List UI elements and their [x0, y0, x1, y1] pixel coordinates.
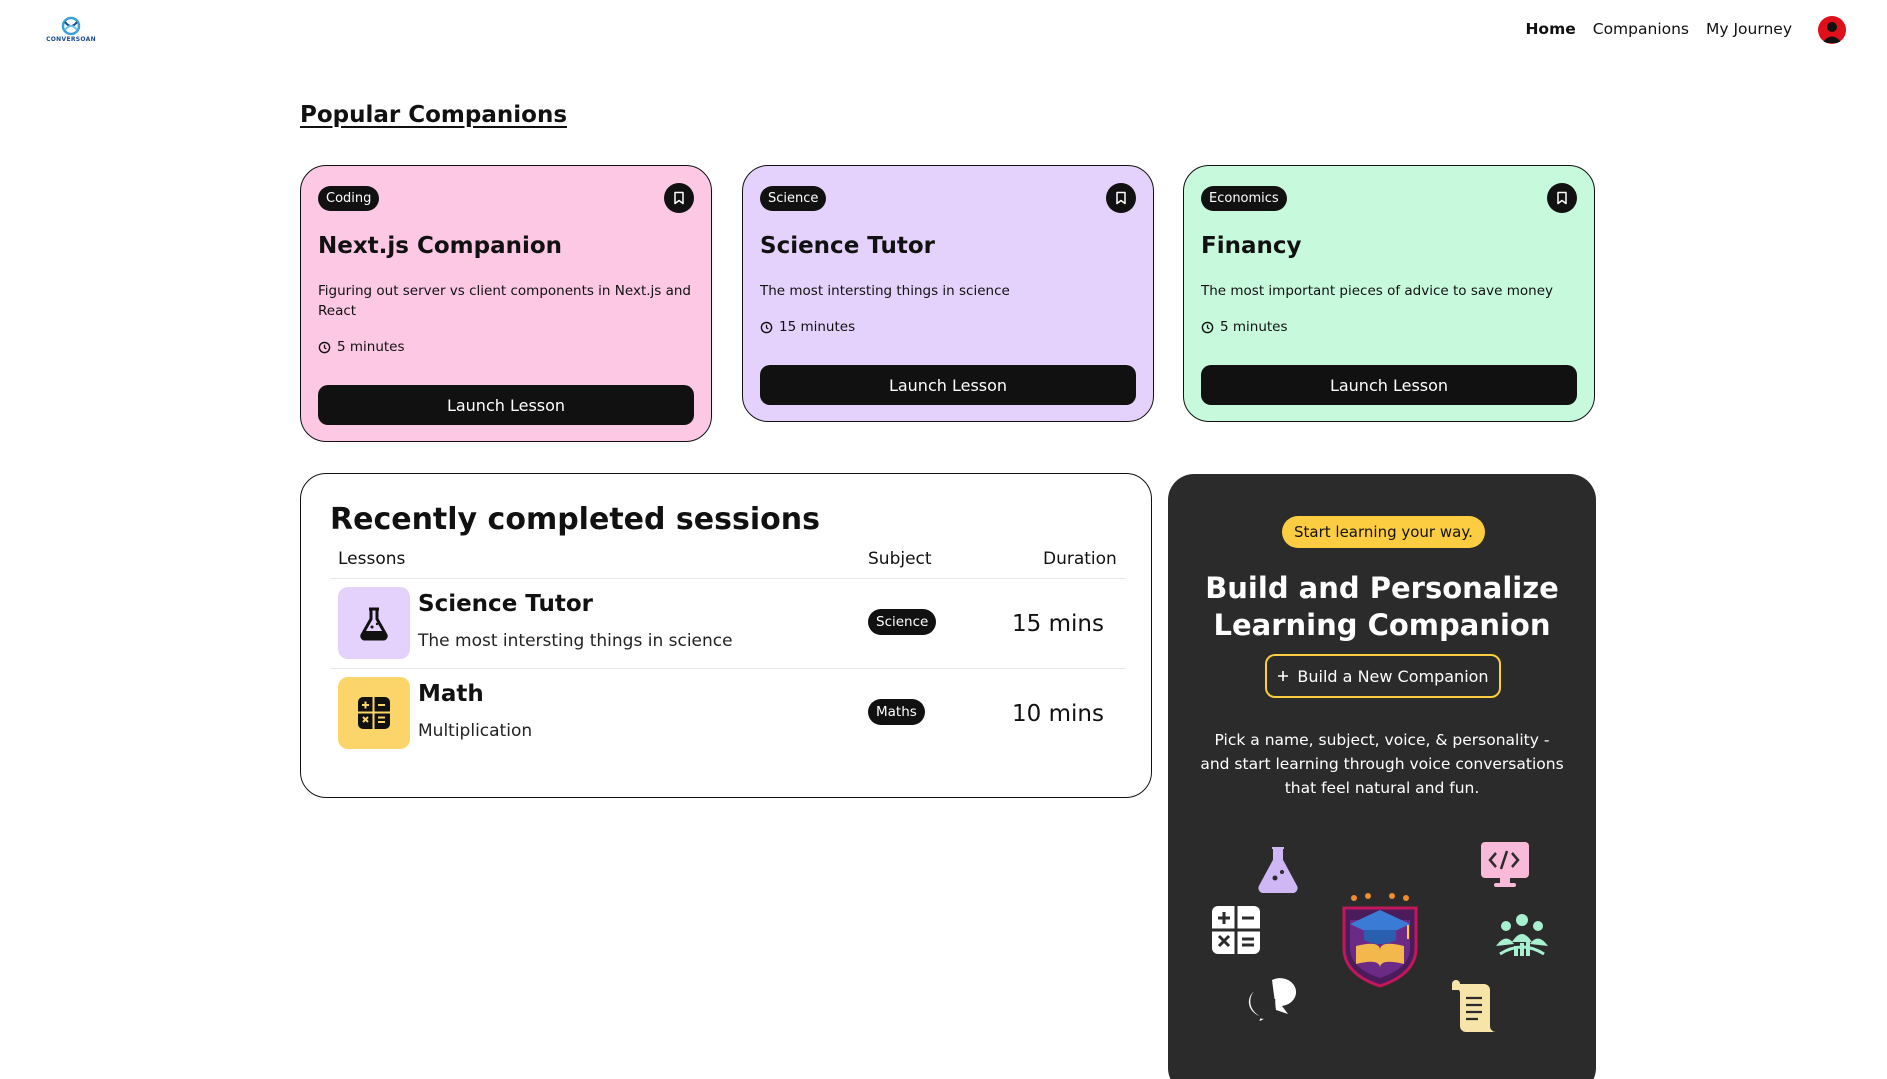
- companion-card-nextjs: Coding Next.js Companion Figuring out se…: [300, 165, 712, 442]
- scroll-document-icon: [1452, 980, 1496, 1032]
- row-icon-tile: [338, 677, 410, 749]
- companion-description: The most important pieces of advice to s…: [1201, 283, 1553, 299]
- subject-badge: Coding: [318, 185, 380, 211]
- brand-name: CONVERSOAN: [46, 36, 96, 43]
- build-new-companion-button[interactable]: Build a New Companion: [1265, 654, 1501, 698]
- companion-description: Figuring out server vs client components…: [318, 283, 691, 319]
- user-avatar[interactable]: [1818, 16, 1846, 44]
- companion-duration: 15 minutes: [760, 319, 1136, 335]
- companion-duration: 5 minutes: [318, 339, 694, 355]
- flask-illustration-icon: [1258, 847, 1298, 894]
- bookmark-button[interactable]: [1106, 183, 1136, 213]
- recent-sessions-title: Recently completed sessions: [330, 502, 820, 537]
- code-monitor-icon: [1481, 842, 1529, 887]
- flask-icon: [360, 607, 388, 641]
- lesson-name: Science Tutor: [418, 591, 593, 617]
- clock-icon: [318, 341, 331, 353]
- community-finance-icon: [1496, 914, 1548, 956]
- nav-home[interactable]: Home: [1525, 20, 1575, 38]
- table-row[interactable]: Science Tutor The most intersting things…: [330, 578, 1126, 668]
- clock-icon: [1201, 321, 1214, 333]
- cta-description: Pick a name, subject, voice, & personali…: [1200, 731, 1564, 797]
- companion-card-financy: Economics Financy The most important pie…: [1183, 165, 1595, 422]
- graduation-shield-icon: [1342, 893, 1418, 988]
- lesson-description: The most intersting things in science: [418, 631, 733, 651]
- nav-companions[interactable]: Companions: [1593, 20, 1689, 38]
- bookmark-icon: [674, 191, 684, 205]
- companion-description: The most intersting things in science: [760, 283, 1010, 299]
- companion-card-science-tutor: Science Science Tutor The most interstin…: [742, 165, 1154, 422]
- duration-column-header: Duration: [1043, 549, 1117, 569]
- bookmark-button[interactable]: [664, 183, 694, 213]
- duration-text: 15 minutes: [779, 319, 856, 335]
- row-icon-tile: [338, 587, 410, 659]
- nav-my-journey[interactable]: My Journey: [1706, 20, 1792, 38]
- duration-text: 5 minutes: [337, 339, 405, 355]
- duration-text: 5 minutes: [1220, 319, 1288, 335]
- lesson-duration: 10 mins: [1012, 701, 1104, 727]
- cta-title: Build and Personalize Learning Companion: [1168, 570, 1596, 644]
- launch-lesson-button[interactable]: Launch Lesson: [1201, 365, 1577, 405]
- brand-logo[interactable]: CONVERSOAN: [46, 16, 96, 46]
- companion-name: Next.js Companion: [318, 233, 563, 259]
- lessons-column-header: Lessons: [338, 549, 406, 569]
- companion-name: Science Tutor: [760, 233, 935, 259]
- lesson-name: Math: [418, 681, 484, 707]
- launch-lesson-button[interactable]: Launch Lesson: [318, 385, 694, 425]
- build-companion-cta: Start learning your way. Build and Perso…: [1168, 474, 1596, 1079]
- cta-badge: Start learning your way.: [1282, 516, 1485, 548]
- cta-title-line-1: Build and Personalize: [1205, 571, 1559, 605]
- subject-column-header: Subject: [868, 549, 932, 569]
- navbar: CONVERSOAN Home Companions My Journey: [0, 0, 1887, 62]
- calculator-illustration-icon: [1212, 906, 1260, 954]
- clock-icon: [760, 321, 773, 333]
- subject-badge: Maths: [868, 699, 925, 725]
- plus-icon: [1278, 671, 1289, 681]
- build-button-label: Build a New Companion: [1297, 666, 1489, 686]
- user-icon: [1822, 22, 1842, 43]
- lesson-description: Multiplication: [418, 721, 533, 741]
- logo-icon: [61, 16, 81, 36]
- lesson-duration: 15 mins: [1012, 611, 1104, 637]
- subject-badge: Science: [868, 609, 937, 635]
- nav-links: Home Companions My Journey: [1525, 20, 1792, 38]
- bookmark-button[interactable]: [1547, 183, 1577, 213]
- cta-title-line-2: Learning Companion: [1213, 608, 1551, 642]
- launch-lesson-button[interactable]: Launch Lesson: [760, 365, 1136, 405]
- table-row[interactable]: Math Multiplication Maths 10 mins: [330, 668, 1126, 758]
- subject-badge: Science: [760, 185, 827, 211]
- calculator-icon: [358, 697, 390, 729]
- bookmark-icon: [1557, 191, 1567, 205]
- bookmark-icon: [1116, 191, 1126, 205]
- companion-duration: 5 minutes: [1201, 319, 1577, 335]
- voice-chat-icon: [1246, 978, 1297, 1024]
- popular-companions-title: Popular Companions: [300, 102, 568, 128]
- subject-badge: Economics: [1201, 185, 1287, 211]
- recent-sessions-panel: Recently completed sessions Lessons Subj…: [300, 473, 1152, 798]
- companion-name: Financy: [1201, 233, 1302, 259]
